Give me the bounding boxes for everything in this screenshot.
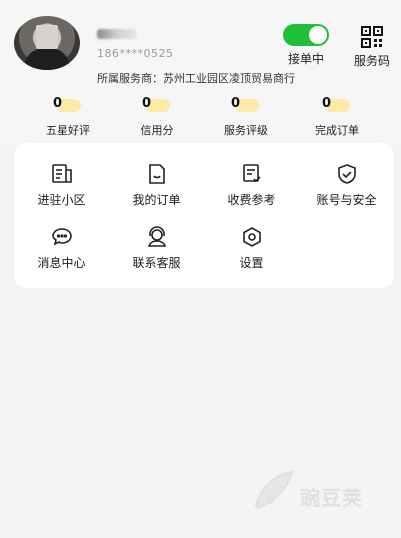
stat-service-rating[interactable]: 0 服务评级	[201, 96, 291, 138]
menu-item-customer-service[interactable]: 联系客服	[109, 226, 204, 271]
menu-item-settings[interactable]: 设置	[204, 226, 299, 271]
stat-five-star[interactable]: 0 五星好评	[23, 96, 113, 138]
building-doc-icon	[51, 163, 73, 185]
stat-credit-score[interactable]: 0 信用分	[112, 96, 202, 138]
menu-item-message-center[interactable]: 消息中心	[14, 226, 109, 271]
profile-header: 186****0525 接单中 服务码 所属服务商：苏州工业园区凌顶贸易商行 0	[0, 0, 401, 142]
watermark: 豌豆荚	[248, 466, 378, 518]
username-blurred	[97, 29, 137, 39]
username	[97, 28, 137, 40]
settings-icon	[241, 226, 263, 248]
toggle-switch[interactable]	[283, 24, 329, 46]
menu-card: 进驻小区 我的订单 收费参考 账号与安全 消息中心 联系客服 设置	[14, 143, 394, 288]
menu-item-my-orders[interactable]: 我的订单	[109, 163, 204, 208]
watermark-text: 豌豆荚	[300, 486, 363, 510]
qr-code-icon	[361, 26, 383, 48]
message-bubble-icon	[51, 226, 73, 248]
provider-info: 所属服务商：苏州工业园区凌顶贸易商行	[97, 72, 295, 85]
qr-label: 服务码	[353, 54, 390, 68]
toggle-label: 接单中	[287, 52, 324, 66]
service-code-button[interactable]: 服务码	[348, 26, 396, 69]
accepting-orders-toggle[interactable]: 接单中	[280, 24, 332, 67]
stat-completed-orders[interactable]: 0 完成订单	[292, 96, 382, 138]
menu-item-fee-reference[interactable]: 收费参考	[204, 163, 299, 208]
stats-row: 0 五星好评 0 信用分 0 服务评级 0 完成订单	[0, 96, 401, 140]
phone-number: 186****0525	[97, 47, 174, 60]
fee-reference-icon	[241, 163, 263, 185]
order-doc-icon	[146, 163, 168, 185]
customer-service-icon	[146, 226, 168, 248]
menu-item-join-community[interactable]: 进驻小区	[14, 163, 109, 208]
shield-check-icon	[336, 163, 358, 185]
menu-item-account-security[interactable]: 账号与安全	[299, 163, 394, 208]
watermark-logo-icon	[254, 470, 294, 510]
avatar[interactable]	[14, 16, 80, 70]
